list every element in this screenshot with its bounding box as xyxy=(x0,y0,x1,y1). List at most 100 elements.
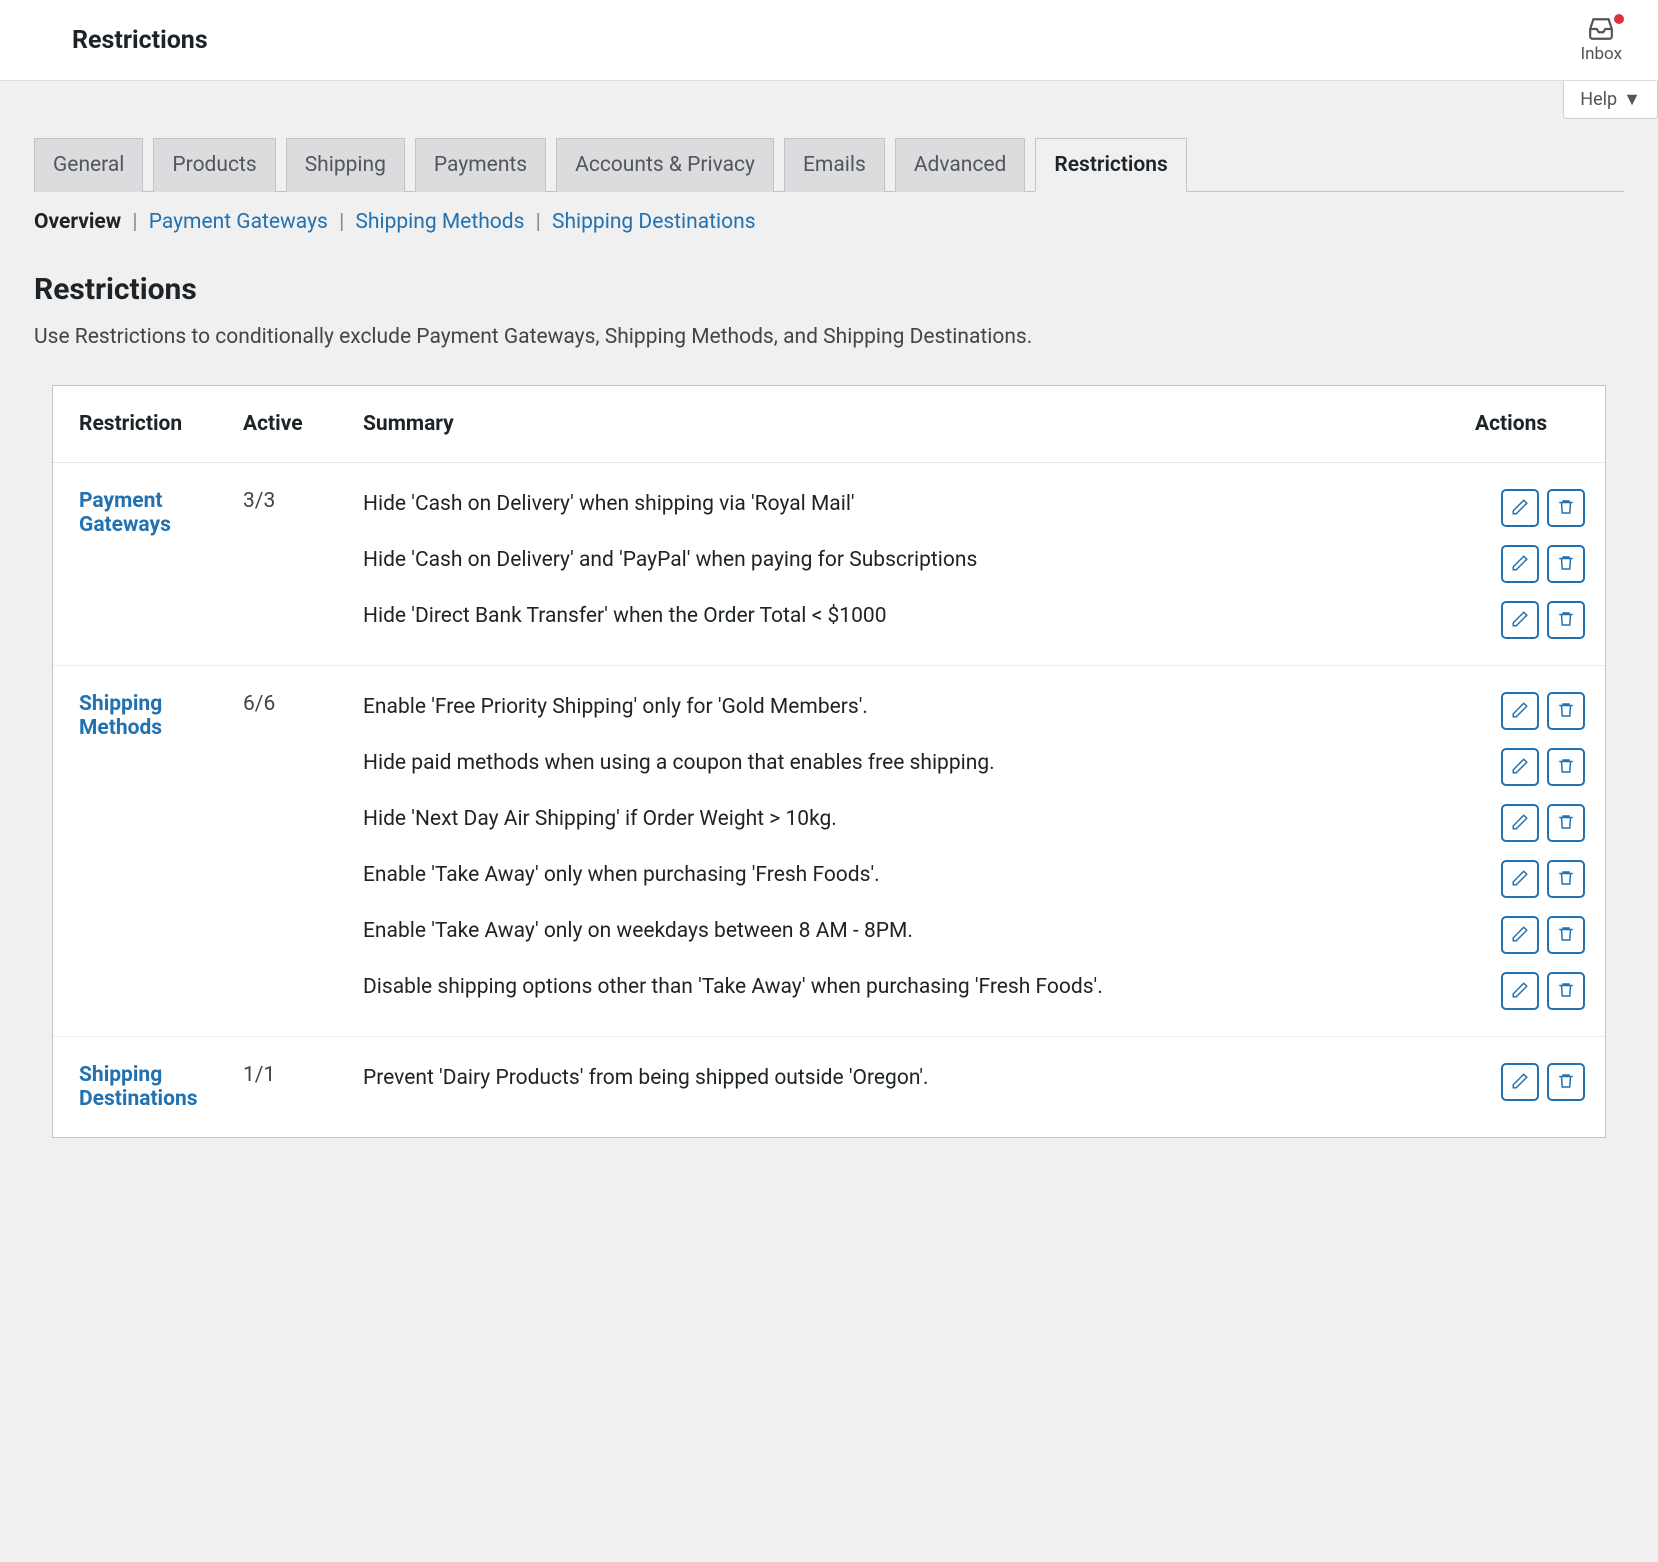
col-summary: Summary xyxy=(343,386,1455,463)
delete-button[interactable] xyxy=(1547,545,1585,583)
table-row: Payment Gateways 3/3 Hide 'Cash on Deliver… xyxy=(53,463,1605,666)
restriction-group-link[interactable]: Shipping Destinations xyxy=(79,1063,203,1111)
table-row: Shipping Methods 6/6 Enable 'Free Priority… xyxy=(53,666,1605,1037)
trash-icon xyxy=(1557,701,1575,722)
tab-shipping[interactable]: Shipping xyxy=(286,138,405,192)
pencil-icon xyxy=(1511,498,1529,519)
restriction-group-link[interactable]: Shipping Methods xyxy=(79,692,203,740)
edit-button[interactable] xyxy=(1501,545,1539,583)
pencil-icon xyxy=(1511,813,1529,834)
delete-button[interactable] xyxy=(1547,489,1585,527)
inbox-label: Inbox xyxy=(1580,44,1622,64)
rule-summary: Disable shipping options other than 'Tak… xyxy=(363,972,1481,1002)
rule-row: Hide 'Cash on Delivery' when shipping vi… xyxy=(363,489,1585,527)
delete-button[interactable] xyxy=(1547,972,1585,1010)
rule-actions xyxy=(1501,1063,1585,1101)
rule-row: Hide 'Next Day Air Shipping' if Order We… xyxy=(363,804,1585,842)
col-active: Active xyxy=(223,386,343,463)
trash-icon xyxy=(1557,925,1575,946)
rule-actions xyxy=(1501,916,1585,954)
trash-icon xyxy=(1557,554,1575,575)
rule-actions xyxy=(1501,692,1585,730)
subnav-link-shipping-destinations[interactable]: Shipping Destinations xyxy=(552,210,756,234)
edit-button[interactable] xyxy=(1501,916,1539,954)
edit-button[interactable] xyxy=(1501,804,1539,842)
tab-payments[interactable]: Payments xyxy=(415,138,546,192)
rule-row: Prevent 'Dairy Products' from being ship… xyxy=(363,1063,1585,1101)
rule-actions xyxy=(1501,972,1585,1010)
edit-button[interactable] xyxy=(1501,860,1539,898)
pencil-icon xyxy=(1511,981,1529,1002)
rule-actions xyxy=(1501,804,1585,842)
rule-summary: Enable 'Take Away' only on weekdays betw… xyxy=(363,916,1481,946)
col-actions: Actions xyxy=(1455,386,1605,463)
edit-button[interactable] xyxy=(1501,972,1539,1010)
section-intro: Use Restrictions to conditionally exclud… xyxy=(34,325,1624,349)
rule-row: Hide 'Direct Bank Transfer' when the Ord… xyxy=(363,601,1585,639)
trash-icon xyxy=(1557,498,1575,519)
rule-summary: Hide 'Cash on Delivery' when shipping vi… xyxy=(363,489,1481,519)
pencil-icon xyxy=(1511,701,1529,722)
trash-icon xyxy=(1557,1072,1575,1093)
sub-navigation: Overview | Payment Gateways | Shipping M… xyxy=(34,192,1624,244)
help-row: Help ▼ xyxy=(0,81,1658,119)
delete-button[interactable] xyxy=(1547,804,1585,842)
chevron-down-icon: ▼ xyxy=(1623,89,1641,110)
trash-icon xyxy=(1557,981,1575,1002)
rule-row: Enable 'Free Priority Shipping' only for… xyxy=(363,692,1585,730)
page-title: Restrictions xyxy=(72,26,208,55)
delete-button[interactable] xyxy=(1547,601,1585,639)
delete-button[interactable] xyxy=(1547,692,1585,730)
rule-actions xyxy=(1501,545,1585,583)
tab-general[interactable]: General xyxy=(34,138,143,192)
inbox-button[interactable]: Inbox xyxy=(1580,16,1622,64)
restrictions-table: Restriction Active Summary Actions Payme… xyxy=(53,386,1605,1137)
delete-button[interactable] xyxy=(1547,916,1585,954)
rule-summary: Enable 'Take Away' only when purchasing … xyxy=(363,860,1481,890)
restrictions-table-wrap: Restriction Active Summary Actions Payme… xyxy=(52,385,1606,1138)
col-restriction: Restriction xyxy=(53,386,223,463)
subnav-link-shipping-methods[interactable]: Shipping Methods xyxy=(355,210,524,234)
rule-row: Hide paid methods when using a coupon th… xyxy=(363,748,1585,786)
inbox-icon xyxy=(1588,16,1614,42)
pencil-icon xyxy=(1511,869,1529,890)
section-heading: Restrictions xyxy=(34,272,1624,307)
edit-button[interactable] xyxy=(1501,1063,1539,1101)
subnav-current: Overview xyxy=(34,210,121,234)
tab-advanced[interactable]: Advanced xyxy=(895,138,1026,192)
delete-button[interactable] xyxy=(1547,860,1585,898)
rule-actions xyxy=(1501,489,1585,527)
active-count: 6/6 xyxy=(223,666,343,1037)
active-count: 3/3 xyxy=(223,463,343,666)
subnav-link-payment-gateways[interactable]: Payment Gateways xyxy=(149,210,328,234)
delete-button[interactable] xyxy=(1547,1063,1585,1101)
rule-summary: Hide 'Direct Bank Transfer' when the Ord… xyxy=(363,601,1481,631)
rule-row: Hide 'Cash on Delivery' and 'PayPal' whe… xyxy=(363,545,1585,583)
top-bar: Restrictions Inbox xyxy=(0,0,1658,81)
trash-icon xyxy=(1557,610,1575,631)
tab-accounts-privacy[interactable]: Accounts & Privacy xyxy=(556,138,774,192)
rule-row: Enable 'Take Away' only on weekdays betw… xyxy=(363,916,1585,954)
tab-products[interactable]: Products xyxy=(153,138,275,192)
pencil-icon xyxy=(1511,925,1529,946)
tab-restrictions[interactable]: Restrictions xyxy=(1035,138,1186,192)
pencil-icon xyxy=(1511,1072,1529,1093)
rule-actions xyxy=(1501,748,1585,786)
trash-icon xyxy=(1557,757,1575,778)
edit-button[interactable] xyxy=(1501,489,1539,527)
pencil-icon xyxy=(1511,757,1529,778)
rule-actions xyxy=(1501,601,1585,639)
rule-summary: Enable 'Free Priority Shipping' only for… xyxy=(363,692,1481,722)
delete-button[interactable] xyxy=(1547,748,1585,786)
table-row: Shipping Destinations1/1Prevent 'Dairy P… xyxy=(53,1037,1605,1138)
edit-button[interactable] xyxy=(1501,601,1539,639)
notification-dot xyxy=(1614,14,1624,24)
help-dropdown[interactable]: Help ▼ xyxy=(1563,81,1658,119)
edit-button[interactable] xyxy=(1501,748,1539,786)
help-label: Help xyxy=(1580,89,1617,110)
restriction-group-link[interactable]: Payment Gateways xyxy=(79,489,203,537)
tab-emails[interactable]: Emails xyxy=(784,138,885,192)
edit-button[interactable] xyxy=(1501,692,1539,730)
rule-row: Enable 'Take Away' only when purchasing … xyxy=(363,860,1585,898)
pencil-icon xyxy=(1511,610,1529,631)
